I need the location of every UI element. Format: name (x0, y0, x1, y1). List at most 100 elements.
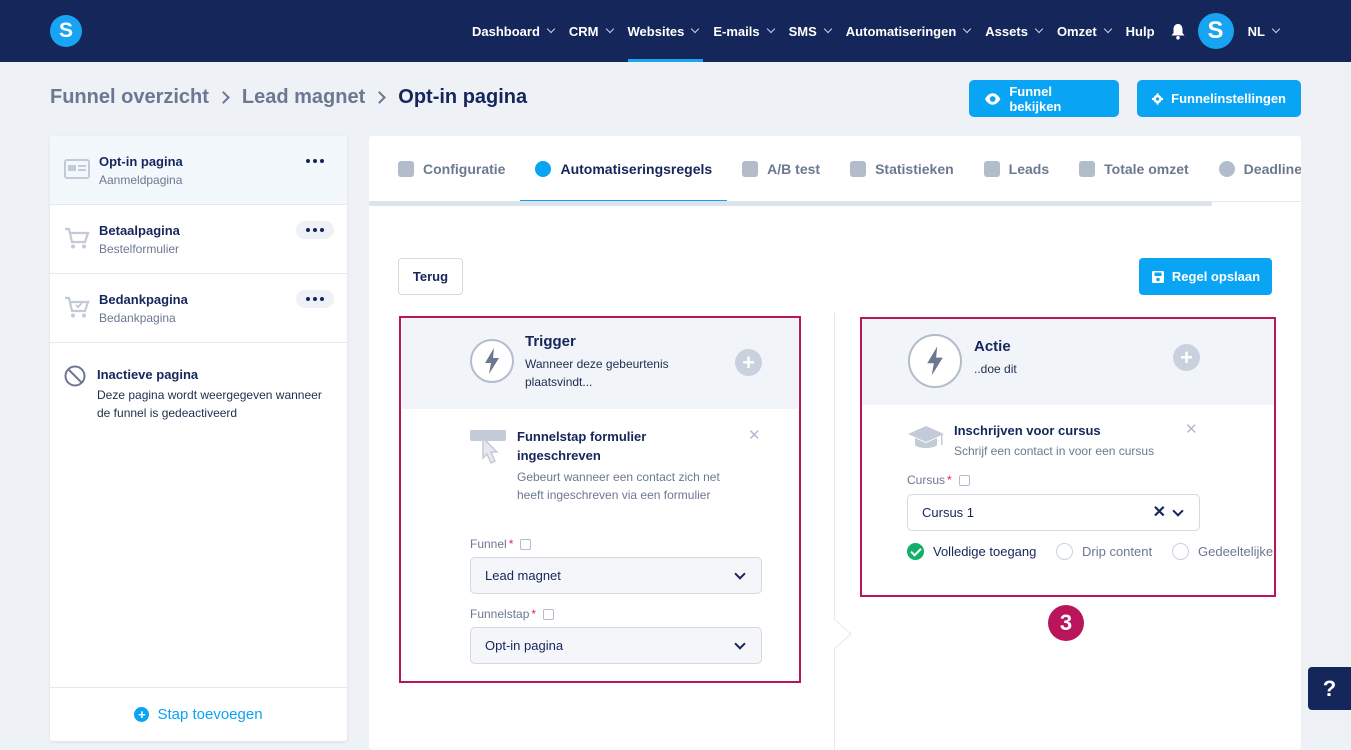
tab-ab-test[interactable]: A/B test (742, 136, 820, 202)
tab-automatiseringsregels[interactable]: Automatiseringsregels (520, 136, 727, 202)
breadcrumb: Funnel overzicht Lead magnet Opt-in pagi… (50, 86, 527, 109)
nav-emails[interactable]: E-mails (713, 0, 775, 62)
radio-drip-content[interactable]: Drip content (1056, 543, 1152, 560)
plus-icon: + (134, 707, 150, 722)
view-funnel-button[interactable]: Funnel bekijken (969, 80, 1119, 117)
gear-icon (1152, 92, 1164, 105)
action-title: Actie (974, 338, 1011, 355)
more-options-button[interactable] (296, 221, 334, 239)
cart-icon (65, 227, 90, 249)
step-subtitle: Aanmeldpagina (99, 173, 183, 187)
add-step-button[interactable]: + Stap toevoegen (50, 687, 347, 741)
trigger-header: Trigger Wanneer deze gebeurtenis plaatsv… (402, 318, 798, 409)
radio-partial-access[interactable]: Gedeeltelijke (1172, 543, 1273, 560)
action-subtitle: ..doe dit (974, 362, 1017, 376)
flow-arrow (834, 619, 852, 649)
sidebar-step-bedank[interactable]: Bedankpagina Bedankpagina (50, 274, 347, 343)
tab-totale-omzet[interactable]: Totale omzet (1079, 136, 1189, 202)
nav-automatiseringen[interactable]: Automatiseringen (846, 0, 972, 62)
dollar-icon (1079, 160, 1096, 177)
more-options-button[interactable] (296, 152, 334, 170)
funnel-settings-button[interactable]: Funnelinstellingen (1137, 80, 1301, 117)
sliders-icon (398, 160, 414, 177)
nav-crm[interactable]: CRM (569, 0, 614, 62)
inactive-description: Deze pagina wordt weergegeven wanneer de… (97, 388, 322, 420)
nav-dashboard[interactable]: Dashboard (472, 0, 556, 62)
tab-leads[interactable]: Leads (983, 136, 1049, 202)
close-icon[interactable]: ✕ (1185, 420, 1198, 438)
graduation-cap-icon (908, 426, 944, 448)
flow-divider (834, 313, 835, 750)
course-field-label: Cursus * (907, 473, 970, 487)
chevron-down-icon (734, 638, 746, 650)
breadcrumb-funnel-overview[interactable]: Funnel overzicht (50, 86, 209, 109)
funnel-field-label: Funnel * (470, 537, 532, 551)
tab-statistieken[interactable]: Statistieken (850, 136, 954, 202)
tab-deadline[interactable]: Deadline (1218, 136, 1301, 202)
funnel-steps-sidebar: Opt-in pagina Aanmeldpagina Betaalpagina… (50, 136, 347, 741)
back-button[interactable]: Terug (398, 258, 463, 295)
eye-icon (984, 92, 1001, 105)
sidebar-step-opt-in[interactable]: Opt-in pagina Aanmeldpagina (50, 136, 347, 205)
main-panel: Configuratie Automatiseringsregels A/B t… (369, 136, 1301, 750)
tab-configuratie[interactable]: Configuratie (398, 136, 505, 202)
funnelstap-field-label: Funnelstap * (470, 607, 555, 621)
annotation-badge: 3 (1048, 605, 1084, 641)
close-icon[interactable]: ✕ (748, 426, 761, 444)
form-page-icon (64, 159, 90, 179)
trigger-item-title: Funnelstap formulier ingeschreven (517, 429, 647, 463)
external-link-icon[interactable] (520, 538, 532, 550)
breadcrumb-lead-magnet[interactable]: Lead magnet (242, 86, 365, 109)
app-logo[interactable]: S (50, 15, 82, 47)
avatar[interactable]: S (1197, 13, 1234, 49)
chevron-right-icon (373, 91, 387, 104)
chevron-down-icon (1172, 505, 1184, 517)
radio-full-access[interactable]: Volledige toegang (907, 543, 1036, 560)
add-action-button[interactable]: + (1173, 344, 1200, 371)
chevron-down-icon (1034, 24, 1044, 34)
chevron-down-icon (823, 24, 833, 34)
external-link-icon[interactable] (543, 608, 555, 620)
chevron-down-icon (691, 24, 700, 34)
save-icon (1151, 270, 1164, 283)
top-navbar: S Dashboard CRM Websites E-mails SMS Aut… (0, 0, 1351, 62)
action-item-description: Schrijf een contact in voor een cursus (954, 444, 1155, 458)
external-link-icon[interactable] (958, 474, 970, 486)
chevron-down-icon (605, 24, 614, 34)
nav-assets[interactable]: Assets (985, 0, 1044, 62)
action-card: Actie ..doe dit + Inschrijven voor cursu… (862, 318, 1274, 596)
trigger-card: Trigger Wanneer deze gebeurtenis plaatsv… (402, 318, 798, 680)
sidebar-inactive-page[interactable]: Inactieve pagina Deze pagina wordt weerg… (50, 343, 347, 433)
bell-icon[interactable] (1170, 23, 1186, 40)
nav-hulp[interactable]: Hulp (1126, 0, 1155, 62)
chevron-right-icon (217, 91, 230, 104)
sidebar-step-betaal[interactable]: Betaalpagina Bestelformulier (50, 205, 347, 274)
action-item-title: Inschrijven voor cursus (954, 423, 1101, 438)
funnel-select[interactable]: Lead magnet (470, 557, 762, 594)
language-switcher[interactable]: NL (1248, 0, 1281, 62)
course-select[interactable]: Cursus 1 ✕ (907, 494, 1200, 531)
trigger-item-description: Gebeurt wanneer een contact zich net hee… (517, 470, 720, 502)
ban-icon (64, 365, 86, 387)
help-button[interactable]: ? (1308, 667, 1351, 710)
users-icon (983, 160, 1000, 177)
chevron-down-icon (766, 24, 775, 34)
chevron-down-icon (734, 568, 746, 580)
add-trigger-button[interactable]: + (735, 349, 762, 376)
cart-check-icon (65, 296, 90, 318)
step-title: Opt-in pagina (99, 154, 183, 169)
tab-bar: Configuratie Automatiseringsregels A/B t… (369, 136, 1301, 202)
nav-websites[interactable]: Websites (627, 0, 704, 62)
funnelstap-select[interactable]: Opt-in pagina (470, 627, 762, 664)
nav-omzet[interactable]: Omzet (1057, 0, 1112, 62)
nav-sms[interactable]: SMS (789, 0, 833, 62)
clear-icon[interactable]: ✕ (1153, 495, 1166, 530)
step-title: Betaalpagina (99, 223, 180, 238)
tabs-scrollbar[interactable] (369, 201, 1212, 206)
save-rule-button[interactable]: Regel opslaan (1139, 258, 1272, 295)
more-options-button[interactable] (296, 290, 334, 308)
trigger-subtitle: Wanneer deze gebeurtenis plaatsvindt... (525, 357, 669, 389)
chart-icon (850, 160, 867, 177)
chevron-down-icon (546, 24, 556, 34)
inactive-title: Inactieve pagina (97, 367, 199, 382)
